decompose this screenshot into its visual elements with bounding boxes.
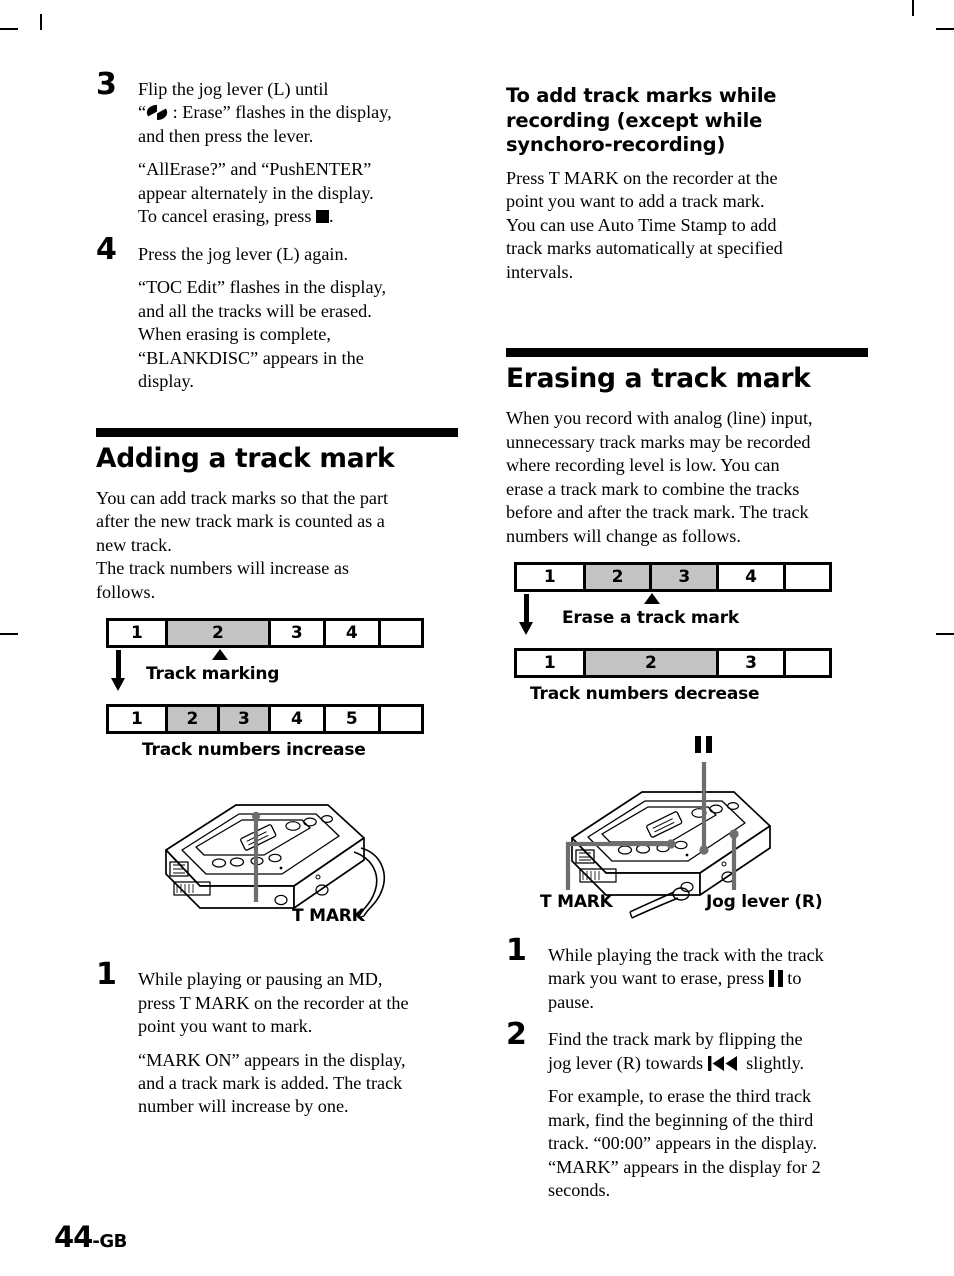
crop-mark-left-middle: [0, 633, 18, 635]
step-4-number: 4: [96, 231, 117, 267]
md-recorder-drawing: [165, 804, 386, 919]
erase-caret-icon: [644, 592, 660, 604]
step-1-paragraph-1: While playing or pausing an MD, press T …: [138, 969, 409, 1037]
track-cell: 1: [109, 621, 168, 646]
previous-track-icon: [707, 1054, 742, 1071]
crop-mark-top-left: [40, 14, 42, 30]
section-rule: [96, 427, 458, 437]
adding-intro-paragraph: You can add track marks so that the part…: [96, 487, 389, 602]
erase-track-mark-figure: 1 2 3 4 Erase a track mark 1 2 3 Track n…: [514, 561, 868, 704]
erase-icon: [146, 104, 168, 121]
section-title: Erasing a track mark: [506, 363, 811, 395]
page-number: 44: [54, 1220, 93, 1254]
track-row-after: 1 2 3 4 5: [106, 704, 424, 735]
erase-track-mark-label: Erase a track mark: [562, 607, 739, 628]
down-arrow-icon: [111, 650, 125, 692]
track-cell: 1: [517, 650, 586, 675]
section-rule: [506, 348, 868, 358]
stop-icon: [316, 210, 330, 224]
track-marking-label: Track marking: [146, 664, 280, 685]
track-cell-empty: [380, 621, 421, 646]
erasing-intro-paragraph: When you record with analog (line) input…: [506, 408, 813, 546]
page-folio: 44-GB: [54, 1220, 127, 1254]
step-2-number: 2: [506, 1017, 527, 1053]
step-3-number: 3: [96, 67, 117, 102]
step-1-erase-track-mark: 1 While playing the track with the track…: [506, 935, 868, 1014]
adding-intro-text: You can add track marks so that the part…: [96, 487, 458, 604]
t-mark-callout-label: T MARK: [292, 906, 365, 927]
pause-callout-dot: [699, 845, 709, 855]
step-1-number: 1: [96, 957, 117, 993]
track-cell: 2: [585, 564, 653, 589]
track-cell: 5: [325, 707, 381, 732]
section-adding-a-track-mark: Adding a track mark: [96, 427, 458, 474]
page-locale-suffix: -GB: [92, 1231, 127, 1252]
track-cell: 4: [719, 564, 786, 589]
step-4: 4 Press the jog lever (L) again. “TOC Ed…: [96, 234, 458, 394]
track-cell-empty: [785, 650, 829, 675]
add-while-recording-paragraph: Press T MARK on the recorder at the poin…: [506, 167, 783, 282]
erase-transition: Erase a track mark: [514, 592, 868, 648]
erasing-intro-text: When you record with analog (line) input…: [506, 407, 868, 548]
track-row-after: 1 2 3: [514, 647, 832, 678]
right-column: To add track marks while recording (excep…: [506, 84, 868, 1217]
step-4-paragraph-1: Press the jog lever (L) again.: [138, 243, 349, 264]
section-title: Adding a track mark: [96, 442, 395, 474]
step-1-paragraph-2: “MARK ON” appears in the display, and a …: [138, 1049, 406, 1117]
section-erasing-a-track-mark: Erasing a track mark: [506, 348, 868, 393]
pause-icon: [695, 735, 701, 753]
step-1-paragraph-1: While playing the track with the track m…: [548, 944, 824, 1012]
track-increase-caption: Track numbers increase: [142, 740, 366, 761]
jog-lever-callout-label: Jog lever (R): [706, 891, 823, 912]
track-decrease-caption: Track numbers decrease: [530, 683, 760, 704]
step-4-paragraph-2: “TOC Edit” flashes in the display, and a…: [138, 277, 387, 392]
step-1-number: 1: [506, 932, 527, 968]
step-2-erase-track-mark: 2 Find the track mark by flipping the jo…: [506, 1020, 868, 1202]
track-marking-figure: 1 2 3 4 Track marking 1 2 3 4 5 Track nu…: [106, 618, 458, 760]
track-cell: 1: [517, 564, 586, 589]
step-3-paragraph-1: Flip the jog lever (L) until “ : Erase” …: [138, 79, 392, 146]
crop-mark-right-middle: [936, 633, 954, 635]
track-cell: 2: [585, 650, 720, 675]
track-cell: 3: [719, 650, 786, 675]
track-cell: 2: [167, 621, 271, 646]
crop-mark-left-top: [0, 28, 18, 30]
track-cell: 4: [325, 621, 381, 646]
pause-icon: [768, 970, 783, 988]
track-cell-empty: [785, 564, 829, 589]
recorder-illustration-right: T MARK Jog lever (R): [506, 730, 868, 922]
step-3: 3 Flip the jog lever (L) until “ : Erase…: [96, 70, 458, 229]
add-while-recording-body: Press T MARK on the recorder at the poin…: [506, 167, 868, 284]
track-cell-empty: [380, 707, 422, 732]
step-1-add-track-mark: 1 While playing or pausing an MD, press …: [96, 960, 458, 1119]
step-2-paragraph-1: Find the track mark by flipping the jog …: [548, 1029, 805, 1073]
left-column: 3 Flip the jog lever (L) until “ : Erase…: [96, 70, 458, 1133]
step-2-paragraph-2: For example, to erase the third track ma…: [548, 1086, 821, 1201]
track-cell: 2: [167, 707, 220, 732]
crop-mark-top-right: [912, 0, 914, 16]
recorder-illustration-left: T MARK: [96, 778, 458, 948]
callout-dot: [251, 811, 261, 821]
track-cell: 3: [270, 621, 326, 646]
track-marking-transition: Track marking: [106, 648, 458, 704]
track-marking-caret-icon: [212, 649, 228, 661]
t-mark-callout-label: T MARK: [540, 891, 613, 912]
step-3-paragraph-2: “AllErase?” and “PushENTER” appear alter…: [138, 159, 374, 227]
sub-heading-add-while-recording: To add track marks while recording (excep…: [506, 84, 777, 157]
track-cell: 3: [652, 564, 720, 589]
track-cell: 1: [109, 707, 168, 732]
crop-mark-right-top: [936, 28, 954, 30]
track-cell: 4: [270, 707, 326, 732]
track-row-before: 1 2 3 4: [106, 618, 424, 649]
track-cell: 3: [219, 707, 271, 732]
track-row-before: 1 2 3 4: [514, 561, 832, 592]
down-arrow-icon: [519, 593, 533, 635]
